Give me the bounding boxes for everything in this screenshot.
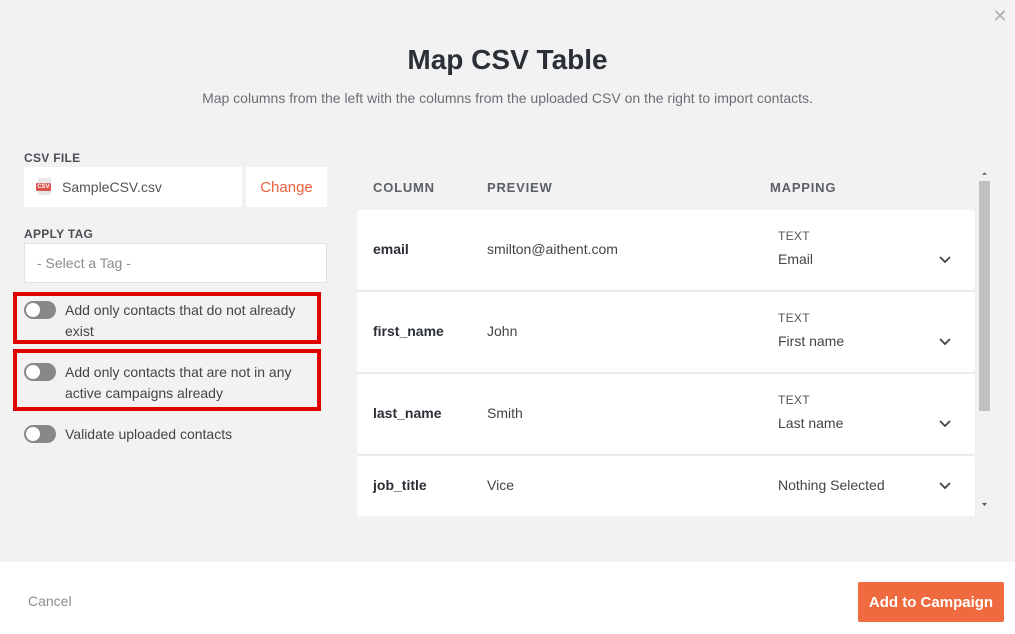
header-column: COLUMN (373, 180, 435, 195)
row-mapping-select[interactable]: Email (778, 251, 813, 267)
row-mapping-select[interactable]: Last name (778, 415, 843, 431)
table-scrollbar-thumb[interactable] (979, 181, 990, 411)
csv-file-name: SampleCSV.csv (62, 179, 162, 195)
add-to-campaign-button[interactable]: Add to Campaign (858, 582, 1004, 622)
row-mapping-type: TEXT (778, 229, 810, 243)
modal-title: Map CSV Table (407, 44, 608, 75)
row-preview: smilton@aithent.com (487, 241, 618, 257)
scroll-down-arrow-icon[interactable] (979, 500, 990, 510)
header-mapping: MAPPING (770, 180, 837, 195)
chevron-down-icon[interactable] (937, 415, 953, 431)
mapping-table: COLUMN PREVIEW MAPPING email smilton@ait… (357, 166, 991, 516)
csv-file-label: CSV FILE (24, 151, 81, 165)
modal-subtitle: Map columns from the left with the colum… (202, 90, 813, 106)
table-row: email smilton@aithent.com TEXT Email (357, 210, 975, 290)
toggle-no-existing-switch[interactable] (24, 301, 56, 319)
row-column-name: first_name (373, 323, 444, 339)
row-mapping-type: TEXT (778, 311, 810, 325)
row-mapping-select[interactable]: Nothing Selected (778, 477, 885, 493)
row-preview: Smith (487, 405, 523, 421)
header-preview: PREVIEW (487, 180, 553, 195)
table-row: first_name John TEXT First name (357, 292, 975, 372)
table-row: last_name Smith TEXT Last name (357, 374, 975, 454)
scroll-up-arrow-icon[interactable] (979, 168, 990, 178)
toggle-no-active-campaigns-switch[interactable] (24, 363, 56, 381)
row-column-name: email (373, 241, 409, 257)
chevron-down-icon[interactable] (937, 251, 953, 267)
toggle-validate-switch[interactable] (24, 425, 56, 443)
toggle-row-validate: Validate uploaded contacts (24, 424, 304, 445)
table-row: job_title Vice Nothing Selected (357, 456, 975, 516)
row-column-name: job_title (373, 477, 427, 493)
toggle-row-no-existing: Add only contacts that do not already ex… (24, 300, 304, 342)
toggle-row-no-active-campaigns: Add only contacts that are not in any ac… (24, 362, 304, 404)
csv-file-icon: CSV (36, 178, 52, 196)
toggle-validate-label: Validate uploaded contacts (65, 426, 233, 442)
row-mapping-type: TEXT (778, 393, 810, 407)
change-file-button[interactable]: Change (246, 167, 327, 207)
toggle-no-existing-label: Add only contacts that do not already ex… (65, 302, 296, 339)
tag-select[interactable]: - Select a Tag - (24, 243, 327, 283)
row-preview: John (487, 323, 518, 339)
chevron-down-icon[interactable] (937, 477, 953, 493)
cancel-button[interactable]: Cancel (28, 593, 72, 609)
csv-file-field: CSV SampleCSV.csv (24, 167, 242, 207)
chevron-down-icon[interactable] (937, 333, 953, 349)
close-icon[interactable]: ✕ (992, 7, 1008, 25)
toggle-no-active-campaigns-label: Add only contacts that are not in any ac… (65, 364, 292, 401)
row-mapping-select[interactable]: First name (778, 333, 844, 349)
row-column-name: last_name (373, 405, 442, 421)
row-preview: Vice (487, 477, 514, 493)
apply-tag-label: APPLY TAG (24, 227, 94, 241)
